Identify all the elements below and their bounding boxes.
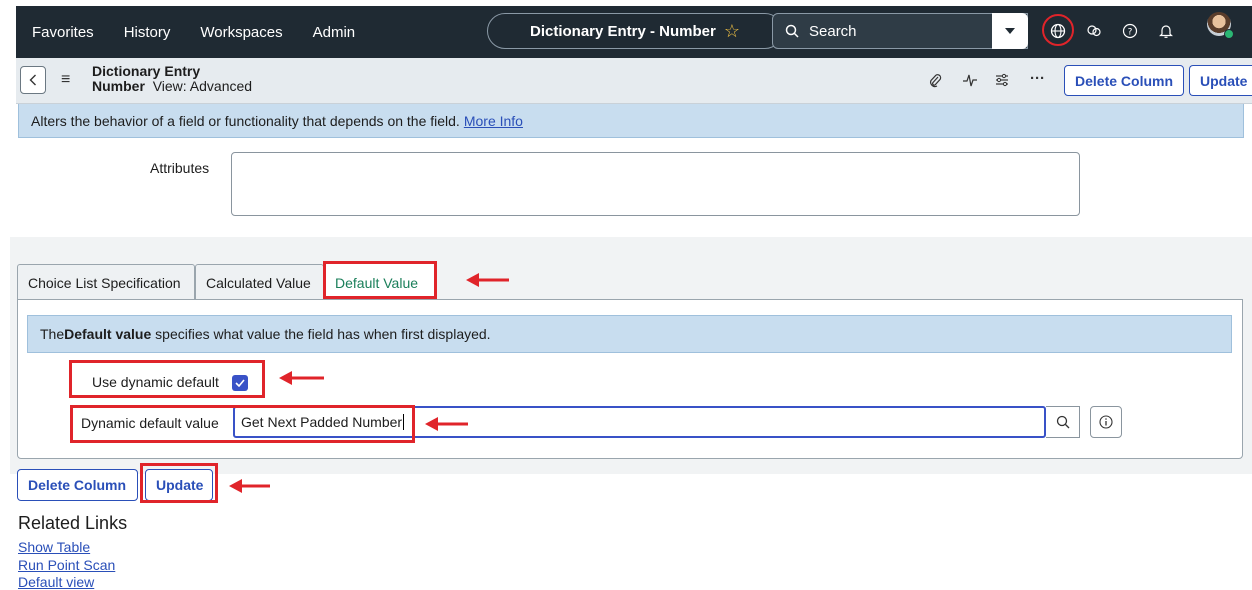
annotation-arrow-input	[425, 417, 468, 431]
settings-sliders-icon[interactable]	[994, 72, 1010, 92]
annotation-box-use-dynamic-default	[69, 360, 265, 398]
nav-workspaces[interactable]: Workspaces	[200, 24, 282, 41]
panel-banner-prefix: The	[40, 326, 65, 342]
search-icon	[785, 24, 799, 38]
info-icon	[1099, 415, 1113, 429]
form-title-record: Number	[92, 78, 145, 94]
search-placeholder: Search	[809, 22, 857, 40]
default-value-info-banner: The Default value specifies what value t…	[27, 315, 1232, 353]
annotation-box-dynamic-default-value	[70, 405, 415, 443]
attributes-textarea[interactable]	[231, 152, 1080, 216]
paperclip-icon[interactable]	[928, 72, 942, 92]
show-table-link[interactable]: Show Table	[18, 539, 90, 555]
tab-calculated-value[interactable]: Calculated Value	[195, 264, 324, 300]
star-icon[interactable]: ☆	[724, 21, 740, 42]
search-input[interactable]: Search	[772, 13, 1028, 49]
field-info-banner: Alters the behavior of a field or functi…	[18, 104, 1244, 138]
record-title-pill[interactable]: Dictionary Entry - Number ☆	[487, 13, 783, 49]
nav-history[interactable]: History	[124, 24, 171, 41]
top-navigation-bar: Favorites History Workspaces Admin Dicti…	[16, 6, 1252, 58]
attributes-label: Attributes	[150, 160, 210, 176]
form-header: ≡ Dictionary Entry Number View: Advanced…	[16, 58, 1252, 104]
info-button[interactable]	[1090, 406, 1122, 438]
globe-icon[interactable]	[1046, 19, 1070, 43]
panel-banner-suffix: specifies what value the field has when …	[151, 326, 491, 342]
annotation-arrow-tab	[466, 273, 509, 287]
record-title: Dictionary Entry - Number	[529, 22, 716, 40]
caret-down-icon	[1005, 28, 1015, 34]
help-icon[interactable]: ?	[1118, 19, 1142, 43]
more-options-icon[interactable]: ···	[1030, 70, 1045, 87]
more-info-link[interactable]: More Info	[464, 113, 523, 129]
search-icon	[1056, 415, 1069, 429]
chat-icon[interactable]	[1082, 19, 1106, 43]
run-point-scan-link[interactable]: Run Point Scan	[18, 557, 115, 573]
update-header-button[interactable]: Update	[1189, 65, 1252, 96]
form-view-label: View: Advanced	[152, 78, 253, 94]
annotation-box-default-value-tab	[323, 261, 437, 299]
svg-text:?: ?	[1128, 28, 1133, 38]
lookup-search-button[interactable]	[1046, 406, 1080, 438]
hamburger-menu-icon[interactable]: ≡	[61, 71, 70, 89]
tab-choice-list-specification[interactable]: Choice List Specification	[17, 264, 195, 300]
search-scope-dropdown[interactable]	[992, 13, 1028, 49]
presence-status-dot	[1224, 29, 1234, 39]
annotation-arrow-update	[229, 479, 270, 493]
form-title-line1: Dictionary Entry	[92, 63, 201, 79]
annotation-box-update-button	[140, 463, 218, 503]
form-title: Dictionary Entry Number View: Advanced	[92, 64, 252, 94]
panel-banner-bold: Default value	[64, 326, 152, 342]
annotation-arrow-checkbox	[279, 371, 324, 385]
activity-pulse-icon[interactable]	[962, 72, 978, 92]
nav-admin[interactable]: Admin	[313, 24, 356, 41]
nav-favorites[interactable]: Favorites	[32, 24, 94, 41]
delete-column-header-button[interactable]: Delete Column	[1064, 65, 1185, 96]
delete-column-button[interactable]: Delete Column	[17, 469, 138, 501]
related-links-heading: Related Links	[18, 513, 128, 533]
banner-text: Alters the behavior of a field or functi…	[31, 112, 460, 129]
default-view-link[interactable]: Default view	[18, 574, 94, 590]
back-button[interactable]	[20, 66, 46, 94]
bell-icon[interactable]	[1154, 19, 1178, 43]
chevron-left-icon	[29, 74, 36, 86]
